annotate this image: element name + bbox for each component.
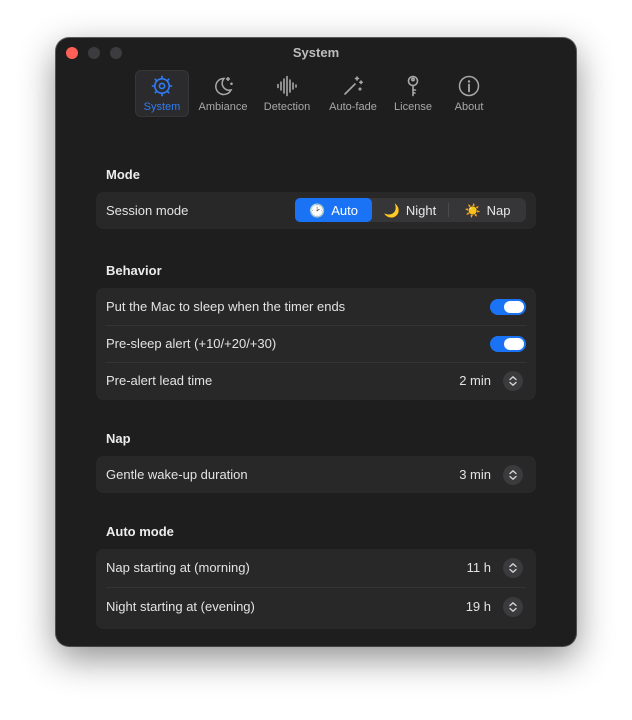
card-behavior: Put the Mac to sleep when the timer ends… — [96, 288, 536, 400]
segment-auto-label: Auto — [331, 202, 358, 218]
moon-icon: 🌙 — [383, 202, 400, 218]
gentle-wakeup-label: Gentle wake-up duration — [106, 467, 248, 482]
pre-alert-lead-time-value: 2 min — [459, 373, 491, 388]
tab-license[interactable]: License — [389, 70, 437, 117]
toggle-knob — [504, 337, 524, 350]
gentle-wakeup-value: 3 min — [459, 467, 491, 482]
gear-icon — [151, 75, 173, 97]
segment-nap[interactable]: ☀️ Nap — [449, 198, 526, 222]
sleep-at-end-toggle[interactable] — [490, 298, 526, 315]
row-pre-sleep-alert: Pre-sleep alert (+10/+20/+30) — [96, 325, 536, 362]
tab-ambiance[interactable]: Ambiance — [196, 70, 250, 117]
chevron-up-down-icon — [509, 601, 517, 612]
nap-start-label: Nap starting at (morning) — [106, 560, 250, 575]
card-auto-mode: Nap starting at (morning) 11 h Night sta… — [96, 549, 536, 629]
toggle-knob — [504, 300, 524, 313]
pre-sleep-alert-label: Pre-sleep alert (+10/+20/+30) — [106, 336, 277, 351]
section-title-mode: Mode — [106, 167, 140, 182]
row-nap-start: Nap starting at (morning) 11 h — [96, 549, 536, 586]
row-sleep-at-end: Put the Mac to sleep when the timer ends — [96, 288, 536, 325]
gentle-wakeup-stepper[interactable] — [503, 464, 523, 485]
tab-about[interactable]: About — [445, 70, 493, 117]
magic-wand-icon — [344, 76, 364, 95]
tab-system-label: System — [143, 101, 181, 113]
night-start-stepper[interactable] — [503, 596, 523, 617]
row-gentle-wakeup: Gentle wake-up duration 3 min — [96, 456, 536, 493]
pre-alert-lead-time-label: Pre-alert lead time — [106, 373, 213, 388]
title-bar: System — [56, 38, 576, 66]
tab-system[interactable]: System — [135, 70, 189, 117]
tab-detection-label: Detection — [263, 101, 311, 113]
nap-start-value: 11 h — [466, 560, 491, 575]
sleep-at-end-label: Put the Mac to sleep when the timer ends — [106, 299, 346, 314]
chevron-up-down-icon — [509, 375, 517, 386]
pre-alert-lead-time-stepper[interactable] — [503, 370, 523, 391]
section-title-auto-mode: Auto mode — [106, 524, 174, 539]
segment-nap-label: Nap — [486, 202, 511, 218]
session-mode-label: Session mode — [106, 203, 189, 218]
section-title-behavior: Behavior — [106, 263, 162, 278]
session-mode-segmented-control: 🕑 Auto 🌙 Night ☀️ Nap — [295, 198, 526, 222]
moon-stars-icon — [215, 77, 233, 96]
chevron-up-down-icon — [509, 469, 517, 480]
tab-detection[interactable]: Detection — [259, 70, 315, 117]
nap-start-stepper[interactable] — [503, 557, 523, 578]
key-icon — [407, 75, 419, 97]
sun-icon: ☀️ — [464, 202, 481, 218]
waveform-icon — [277, 75, 297, 97]
segment-night[interactable]: 🌙 Night — [372, 198, 448, 222]
settings-window: System System Ambiance Detection Auto-fa… — [56, 38, 576, 646]
section-title-nap: Nap — [106, 431, 131, 446]
night-start-value: 19 h — [465, 599, 491, 614]
row-night-start: Night starting at (evening) 19 h — [96, 588, 536, 625]
night-start-label: Night starting at (evening) — [106, 599, 255, 614]
tab-license-label: License — [394, 101, 432, 113]
tab-ambiance-label: Ambiance — [198, 101, 248, 113]
window-title: System — [292, 45, 340, 60]
segment-auto[interactable]: 🕑 Auto — [295, 198, 372, 222]
row-session-mode: Session mode 🕑 Auto 🌙 Night ☀️ Nap — [96, 192, 536, 229]
clock-icon: 🕑 — [309, 202, 326, 218]
preferences-toolbar: System Ambiance Detection Auto-fade Lice… — [56, 70, 576, 120]
tab-about-label: About — [454, 101, 484, 113]
segment-night-label: Night — [405, 202, 437, 218]
tab-auto-fade[interactable]: Auto-fade — [324, 70, 382, 117]
pre-sleep-alert-toggle[interactable] — [490, 335, 526, 352]
card-mode: Session mode 🕑 Auto 🌙 Night ☀️ Nap — [96, 192, 536, 229]
chevron-up-down-icon — [509, 562, 517, 573]
tab-auto-fade-label: Auto-fade — [329, 101, 377, 113]
row-pre-alert-lead-time: Pre-alert lead time 2 min — [96, 362, 536, 399]
card-nap: Gentle wake-up duration 3 min — [96, 456, 536, 493]
info-icon — [458, 75, 480, 97]
